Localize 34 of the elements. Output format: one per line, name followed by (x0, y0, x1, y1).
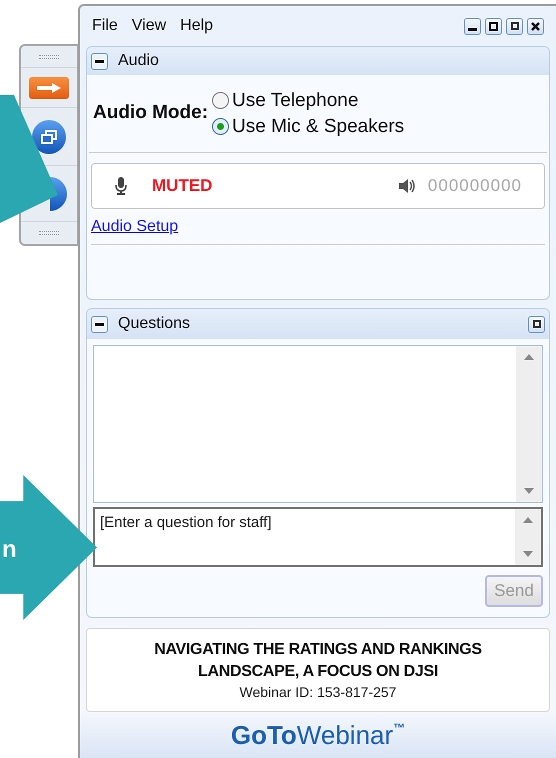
speaker-level: 000000000 (428, 175, 522, 198)
mic-status: MUTED (152, 175, 212, 198)
grip-icon (39, 54, 59, 58)
arrow-button[interactable] (29, 76, 69, 98)
webinar-id: Webinar ID: 153-817-257 (240, 683, 396, 701)
speaker-icon (398, 179, 416, 193)
microphone-icon (114, 177, 128, 195)
radio-option[interactable]: Use Mic & Speakers (212, 114, 404, 140)
gotowebinar-logo: GoToWebinar™ (230, 722, 406, 748)
close-icon (531, 22, 540, 30)
audio-setup-link[interactable]: Audio Setup (91, 214, 178, 238)
menu-item[interactable]: View (132, 14, 166, 38)
scroll-up-icon (524, 354, 534, 360)
grip-icon (39, 231, 59, 235)
windows-icon (41, 130, 57, 144)
maximize-button[interactable] (485, 18, 502, 34)
panel-title: Questions (118, 314, 190, 334)
collapse-button[interactable] (91, 316, 108, 332)
scroll-down-icon (524, 488, 534, 494)
menu-item[interactable]: Help (180, 14, 214, 38)
popout-button[interactable] (528, 316, 545, 332)
restore-button[interactable] (506, 18, 523, 34)
windows-button[interactable] (32, 120, 66, 154)
panel-title: Audio (118, 51, 159, 71)
webinar-title: NAVIGATING THE RATINGS AND RANKINGS LANDSCAPE, A FOCUS ON DJSI (153, 640, 483, 682)
collapse-button[interactable] (91, 52, 108, 70)
close-button[interactable] (527, 18, 544, 34)
right-arrow-icon (36, 82, 62, 94)
radio-option[interactable]: Use Telephone (212, 88, 404, 114)
callout-text: n (2, 535, 17, 565)
audio-mode-label: Audio Mode: (93, 101, 208, 126)
scrollbar[interactable] (516, 346, 542, 502)
menu-item[interactable]: File (92, 14, 118, 38)
minimize-button[interactable] (464, 18, 481, 34)
